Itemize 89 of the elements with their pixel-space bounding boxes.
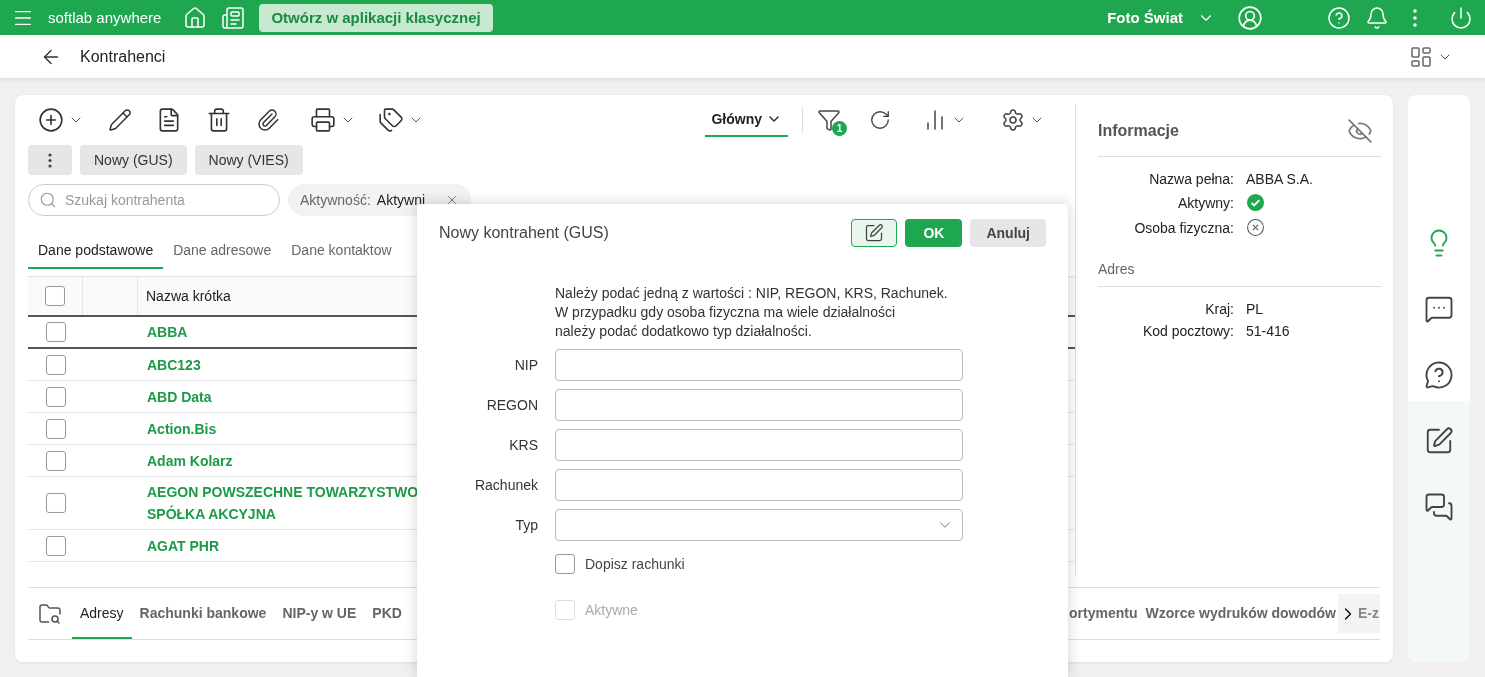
refresh-icon[interactable] <box>869 109 891 131</box>
tab[interactable]: Dane adresowe <box>163 233 282 269</box>
tab[interactable]: Wzorce wydruków dowodów <box>1141 588 1340 639</box>
cancel-button[interactable]: Anuluj <box>970 219 1046 247</box>
chip-label: Aktywność: <box>300 192 371 208</box>
column-header[interactable]: Nazwa krótka <box>146 288 231 304</box>
input-field[interactable] <box>555 389 963 421</box>
tab[interactable]: Adresy <box>72 588 132 639</box>
edit-note-icon[interactable] <box>1424 426 1454 456</box>
instruction-text: Należy podać jedną z wartości : NIP, REGON, KRS, Rachunek. W przypadku gdy osoba fizyczna ma wiele działalności należy podać dodatkowo typ działalności. <box>555 284 949 341</box>
filter-icon[interactable] <box>817 108 841 132</box>
checkbox[interactable] <box>45 493 66 513</box>
name-cell[interactable]: Action.Bis <box>147 413 217 444</box>
edit-note-icon <box>864 223 885 243</box>
newspaper-icon[interactable] <box>221 5 246 30</box>
name-cell[interactable]: ABBA <box>147 317 188 347</box>
bell-icon[interactable] <box>1365 5 1389 30</box>
tab[interactable]: Rachunki bankowe <box>131 588 275 639</box>
edit-icon[interactable] <box>108 108 132 132</box>
field-value: ABBA S.A. <box>1246 171 1314 187</box>
field-label: Nazwa pełna: <box>1148 171 1234 187</box>
tab[interactable]: NIP-y w UE <box>274 588 365 639</box>
name-cell[interactable]: Adam Kolarz <box>147 445 233 476</box>
checkbox[interactable] <box>45 354 66 375</box>
print-icon[interactable] <box>310 107 336 133</box>
checkbox[interactable] <box>45 322 66 342</box>
name-cell[interactable]: ABD Data <box>147 381 212 412</box>
panel-title: Informacje <box>1098 121 1179 140</box>
app-name: softlab anywhere <box>48 9 162 26</box>
power-icon[interactable] <box>1449 5 1473 30</box>
filter-count-badge: 1 <box>832 121 847 136</box>
add-icon[interactable] <box>38 107 64 133</box>
checkbox[interactable] <box>45 418 66 439</box>
checkbox[interactable] <box>45 286 65 306</box>
checkbox-label: Dopisz rachunki <box>585 556 685 572</box>
search-icon <box>39 191 57 209</box>
tab[interactable]: Dane kontaktow <box>281 233 402 269</box>
name-cell[interactable]: ABC123 <box>147 349 201 380</box>
field-label: Aktywny: <box>1177 194 1234 211</box>
tab[interactable]: E-z <box>1358 594 1379 633</box>
settings-icon[interactable] <box>1001 108 1025 132</box>
action-button[interactable]: Nowy (GUS) <box>80 145 187 175</box>
checkbox[interactable] <box>45 386 66 407</box>
folder-search-icon[interactable] <box>38 601 62 626</box>
help-icon[interactable] <box>1327 5 1351 30</box>
field-label: Rachunek <box>473 477 538 493</box>
action-button[interactable]: Nowy (VIES) <box>194 145 303 175</box>
chip-value: Aktywni <box>376 192 426 208</box>
field-value: PL <box>1246 301 1265 317</box>
tab[interactable]: Dane podstawowe <box>28 233 164 269</box>
name-cell[interactable]: AGAT PHR <box>147 530 220 561</box>
ok-button[interactable]: OK <box>905 219 963 247</box>
note-button[interactable] <box>851 219 898 247</box>
input-field[interactable] <box>555 429 963 461</box>
field-value: 51-416 <box>1246 323 1291 339</box>
question-chat-icon[interactable] <box>1424 360 1454 390</box>
field-label: KRS <box>508 437 538 453</box>
checkbox-label: Aktywne <box>585 602 638 618</box>
scroll-right-button[interactable] <box>1338 594 1358 633</box>
section-title: Adres <box>1098 251 1381 287</box>
input-field[interactable] <box>555 349 963 381</box>
delete-icon[interactable] <box>206 107 232 133</box>
tab[interactable]: ortymentu <box>1065 588 1142 639</box>
view-selector[interactable]: Główny <box>705 103 788 137</box>
field-label: Osoba fizyczna: <box>1133 219 1234 236</box>
tab[interactable]: PKD <box>364 588 410 639</box>
tags-icon[interactable] <box>378 107 404 133</box>
field-label: Kod pocztowy: <box>1141 323 1234 339</box>
chat-icon[interactable] <box>1424 294 1454 324</box>
checkbox[interactable] <box>555 554 575 574</box>
field-label: Kraj: <box>1204 301 1234 317</box>
hide-icon[interactable] <box>1347 117 1373 144</box>
page-title: Kontrahenci <box>80 47 166 66</box>
dialog-title: Nowy kontrahent (GUS) <box>439 224 610 242</box>
conversation-icon[interactable] <box>1424 492 1454 522</box>
checkbox[interactable] <box>45 450 66 471</box>
home-icon[interactable] <box>183 5 208 30</box>
field-label: REGON <box>485 397 538 413</box>
select-field[interactable] <box>555 509 963 541</box>
checkbox[interactable] <box>45 535 66 556</box>
company-name[interactable]: Foto Świat <box>1107 9 1183 26</box>
input-field[interactable] <box>555 469 963 501</box>
attachment-icon[interactable] <box>256 108 280 132</box>
field-label: Typ <box>514 517 538 533</box>
open-classic-button[interactable]: Otwórz w aplikacji klasycznej <box>259 3 493 32</box>
layout-icon[interactable] <box>1409 44 1433 69</box>
user-icon[interactable] <box>1237 4 1263 31</box>
field-label: NIP <box>513 357 538 373</box>
more-icon <box>48 152 52 168</box>
